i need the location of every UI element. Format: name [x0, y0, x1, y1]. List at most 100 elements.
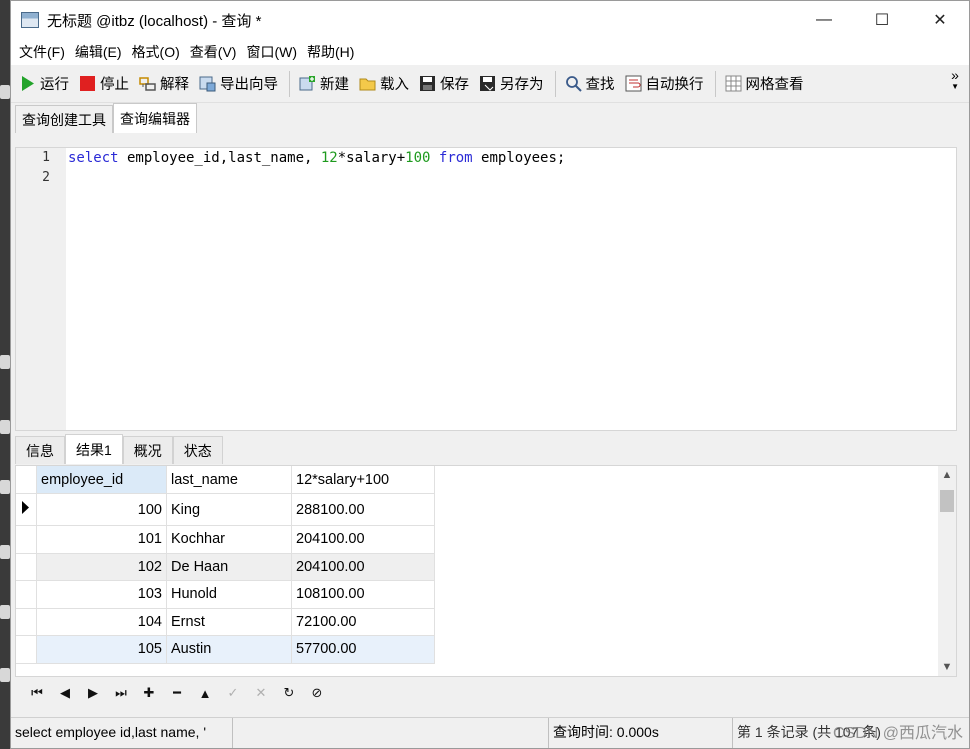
- table-row[interactable]: 102 De Haan 204100.00: [16, 553, 435, 581]
- cell-last-name[interactable]: Kochhar: [166, 525, 292, 554]
- stop-icon: [79, 75, 96, 92]
- first-record-button[interactable]: ⏮: [23, 682, 51, 704]
- apply-changes-button[interactable]: ▲: [191, 682, 219, 704]
- table-row[interactable]: 101 Kochhar 204100.00: [16, 525, 435, 554]
- cell-employee-id[interactable]: 100: [36, 493, 167, 526]
- new-query-icon: [299, 75, 316, 92]
- close-button[interactable]: ✕: [911, 1, 969, 39]
- menu-format[interactable]: 格式(O): [130, 42, 188, 62]
- save-label: 保存: [440, 77, 469, 93]
- cell-employee-id[interactable]: 102: [36, 553, 167, 581]
- load-label: 载入: [380, 77, 409, 93]
- save-button[interactable]: 保存: [415, 69, 475, 99]
- save-as-icon: [479, 75, 496, 92]
- scroll-down-icon[interactable]: ▼: [938, 658, 956, 676]
- stop-button[interactable]: 停止: [75, 69, 135, 99]
- column-header-employee-id[interactable]: employee_id: [36, 466, 167, 494]
- table-row[interactable]: 104 Ernst 72100.00: [16, 608, 435, 636]
- tab-result1[interactable]: 结果1: [65, 434, 123, 464]
- cell-salary-expr[interactable]: 72100.00: [291, 608, 435, 636]
- menu-view[interactable]: 查看(V): [188, 42, 245, 62]
- vertical-scrollbar[interactable]: ▲ ▼: [938, 466, 956, 676]
- table-row[interactable]: 105 Austin 57700.00: [16, 635, 435, 664]
- menu-bar: 文件(F) 编辑(E) 格式(O) 查看(V) 窗口(W) 帮助(H): [11, 39, 969, 65]
- sql-text: *salary+: [337, 150, 406, 166]
- row-indicator: [16, 635, 37, 664]
- word-wrap-label: 自动换行: [645, 77, 704, 93]
- load-button[interactable]: 载入: [355, 69, 415, 99]
- column-header-salary-expr[interactable]: 12*salary+100: [291, 466, 435, 494]
- cell-salary-expr[interactable]: 57700.00: [291, 635, 435, 664]
- grid-icon: [725, 75, 742, 92]
- cell-employee-id[interactable]: 103: [36, 580, 167, 609]
- cell-last-name[interactable]: De Haan: [166, 553, 292, 581]
- tab-query-editor[interactable]: 查询编辑器: [113, 103, 197, 133]
- confirm-button[interactable]: ✓: [219, 682, 247, 704]
- scroll-up-icon[interactable]: ▲: [938, 466, 956, 484]
- check-icon: ✓: [227, 685, 239, 700]
- minimize-button[interactable]: —: [795, 1, 853, 39]
- background-app-mark: [0, 545, 10, 559]
- header-row: employee_id last_name 12*salary+100: [16, 466, 435, 494]
- cell-last-name[interactable]: Ernst: [166, 608, 292, 636]
- explain-icon: [139, 75, 156, 92]
- table-row[interactable]: 103 Hunold 108100.00: [16, 580, 435, 609]
- table-row[interactable]: 100 King 288100.00: [16, 493, 435, 526]
- last-record-button[interactable]: ⏭: [107, 682, 135, 704]
- double-chevron-icon: »: [951, 67, 959, 83]
- delete-record-button[interactable]: ━: [163, 682, 191, 704]
- cell-employee-id[interactable]: 101: [36, 525, 167, 554]
- tab-status[interactable]: 状态: [172, 436, 223, 464]
- background-app-mark: [0, 668, 10, 682]
- discard-button[interactable]: ✕: [247, 682, 275, 704]
- column-header-last-name[interactable]: last_name: [166, 466, 292, 494]
- previous-record-button[interactable]: ◀: [51, 682, 79, 704]
- window-title: 无标题 @itbz (localhost) - 查询 *: [47, 12, 262, 30]
- save-as-button[interactable]: 另存为: [475, 69, 550, 99]
- grid-view-button[interactable]: 网格查看: [721, 69, 810, 99]
- toolbar-overflow-button[interactable]: » ▼: [951, 67, 959, 93]
- refresh-button[interactable]: ↻: [275, 682, 303, 704]
- stop-label: 停止: [100, 77, 129, 93]
- cell-salary-expr[interactable]: 108100.00: [291, 580, 435, 609]
- cell-employee-id[interactable]: 105: [36, 635, 167, 664]
- scrollbar-thumb[interactable]: [940, 490, 954, 512]
- menu-file[interactable]: 文件(F): [17, 42, 73, 62]
- run-button[interactable]: 运行: [15, 69, 75, 99]
- toolbar-divider: [289, 70, 290, 97]
- cell-salary-expr[interactable]: 204100.00: [291, 553, 435, 581]
- status-sql-text: select employee id,last name, ': [11, 718, 233, 748]
- add-record-button[interactable]: ✚: [135, 682, 163, 704]
- current-row-arrow-icon: [16, 493, 37, 526]
- word-wrap-button[interactable]: 自动换行: [621, 69, 710, 99]
- tab-query-builder[interactable]: 查询创建工具: [15, 105, 113, 133]
- row-indicator-header: [16, 466, 37, 494]
- cell-last-name[interactable]: King: [166, 493, 292, 526]
- cell-last-name[interactable]: Hunold: [166, 580, 292, 609]
- cell-employee-id[interactable]: 104: [36, 608, 167, 636]
- background-app-mark: [0, 420, 10, 434]
- menu-window[interactable]: 窗口(W): [244, 42, 305, 62]
- sql-number: 100: [405, 150, 431, 166]
- save-icon: [419, 75, 436, 92]
- new-button[interactable]: 新建: [295, 69, 355, 99]
- find-button[interactable]: 查找: [561, 69, 621, 99]
- export-wizard-button[interactable]: 导出向导: [195, 69, 284, 99]
- cell-last-name[interactable]: Austin: [166, 635, 292, 664]
- query-window: 无标题 @itbz (localhost) - 查询 * — ☐ ✕ 文件(F)…: [10, 0, 970, 749]
- cell-salary-expr[interactable]: 288100.00: [291, 493, 435, 526]
- tab-profile[interactable]: 概况: [122, 436, 173, 464]
- result-grid: employee_id last_name 12*salary+100 100 …: [15, 465, 957, 677]
- explain-button[interactable]: 解释: [135, 69, 195, 99]
- cell-salary-expr[interactable]: 204100.00: [291, 525, 435, 554]
- menu-help[interactable]: 帮助(H): [305, 42, 362, 62]
- next-record-button[interactable]: ▶: [79, 682, 107, 704]
- maximize-button[interactable]: ☐: [853, 1, 911, 39]
- sql-editor[interactable]: 1 2 select employee_id,last_name, 12*sal…: [15, 147, 957, 431]
- stop-refresh-button[interactable]: ⊘: [303, 682, 331, 704]
- save-as-label: 另存为: [500, 77, 544, 93]
- menu-edit[interactable]: 编辑(E): [73, 42, 130, 62]
- code-line: select employee_id,last_name, 12*salary+…: [68, 148, 565, 168]
- tab-info[interactable]: 信息: [15, 436, 65, 464]
- sql-number: 12: [320, 150, 338, 166]
